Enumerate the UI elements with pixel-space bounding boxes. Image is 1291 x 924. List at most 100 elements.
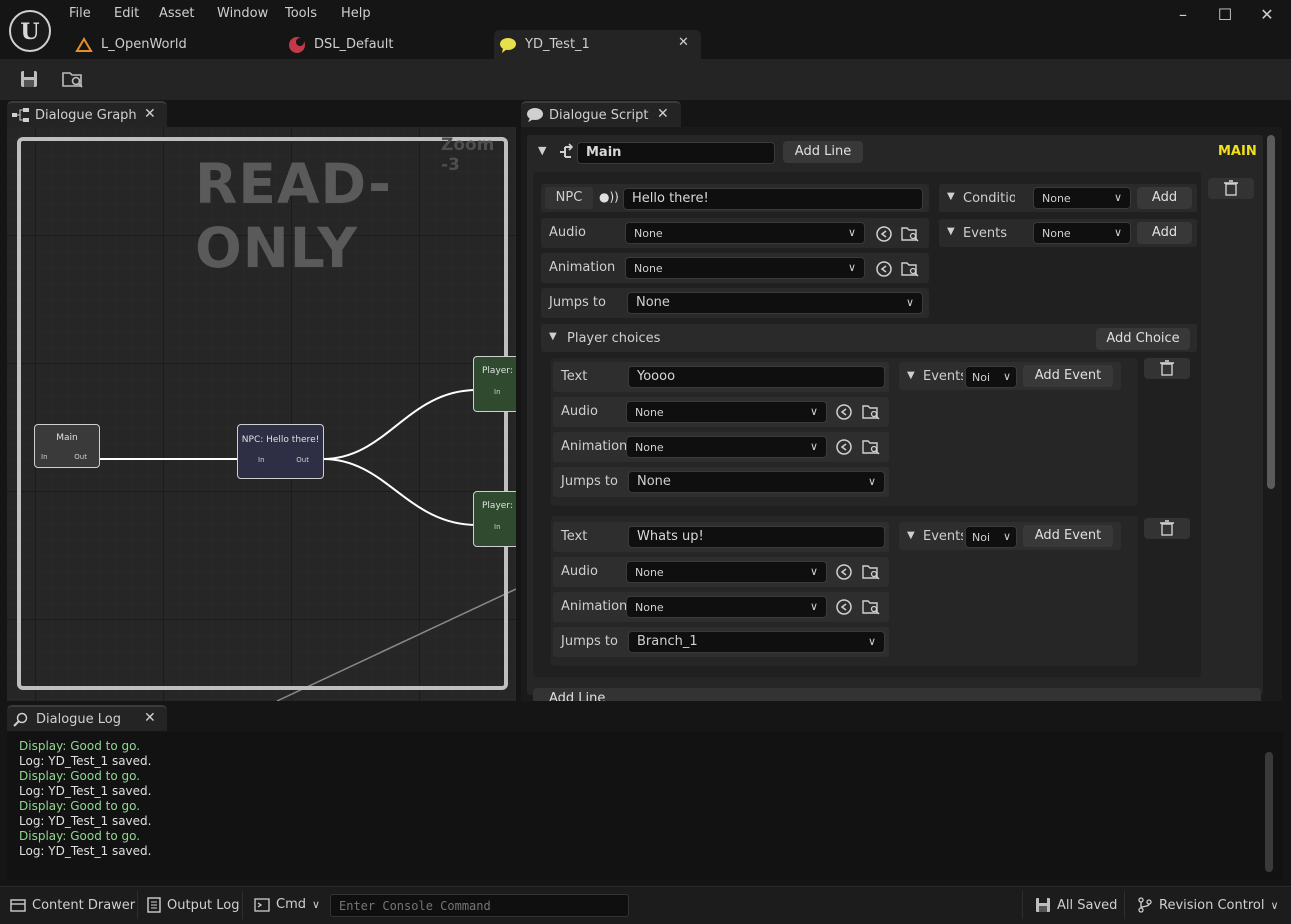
jumps-combo[interactable]: None ∨ [627,292,923,314]
close-window-icon[interactable]: ✕ [1256,5,1278,25]
chevron-down-icon: ∨ [847,261,856,274]
tab-dsl-default[interactable]: DSL_Default [281,30,491,59]
collapse-arrow-icon[interactable]: ▼ [907,530,915,541]
collapse-arrow-icon[interactable]: ▼ [538,144,546,157]
add-event-button[interactable]: Add Event [1023,525,1113,547]
browse-icon[interactable] [862,598,880,616]
tab-l-openworld[interactable]: L_OpenWorld [68,30,278,59]
menu-edit[interactable]: Edit [114,6,139,21]
browse-icon[interactable] [862,438,880,456]
panel-title: Dialogue Log [36,711,121,727]
add-event-button[interactable]: Add Event [1023,365,1113,387]
all-saved-button[interactable]: All Saved [1035,897,1117,913]
animation-label: Animation [549,260,616,275]
menu-asset[interactable]: Asset [159,6,195,21]
save-icon[interactable] [18,68,40,90]
events-combo[interactable]: Noi ∨ [965,526,1017,548]
revision-control-button[interactable]: Revision Control ∨ [1137,897,1279,913]
pin-in[interactable]: In [258,456,265,464]
events-combo[interactable]: Noi ∨ [965,366,1017,388]
browse-icon[interactable] [901,260,919,278]
choice-text-input[interactable]: Whats up! [628,526,885,548]
conditions-label: Conditio [963,191,1015,206]
browse-asset-icon[interactable] [61,68,83,90]
line-text-input[interactable]: Hello there! [623,188,923,210]
console-command-input[interactable] [330,894,629,917]
dialogue-graph-canvas[interactable]: Zoom -3 READ-ONLY Main In Out NPC: Hello… [7,127,516,701]
node-main[interactable]: Main In Out [34,424,100,468]
choice-text-input[interactable]: Yoooo [628,366,885,388]
chevron-down-icon: ∨ [809,440,818,453]
node-npc[interactable]: NPC: Hello there! In Out [237,424,324,479]
pin-out[interactable]: Out [74,453,87,461]
animation-combo[interactable]: None ∨ [625,257,865,279]
events-combo[interactable]: None ∨ [1033,222,1131,244]
add-event-button[interactable]: Add [1137,222,1192,244]
node-player-choice-2[interactable]: Player: W In [473,491,516,547]
delete-line-button[interactable] [1208,178,1254,199]
close-panel-icon[interactable]: ✕ [144,710,156,726]
conditions-combo[interactable]: None ∨ [1033,187,1131,209]
speaker-label[interactable]: NPC [545,187,593,209]
jumps-combo[interactable]: Branch_1 ∨ [628,631,885,653]
pin-in[interactable]: In [494,523,501,531]
tab-dialogue-graph[interactable]: Dialogue Graph ✕ [7,101,167,127]
tab-dialogue-script[interactable]: Dialogue Script ✕ [521,101,681,127]
use-selected-icon[interactable] [875,260,893,278]
pin-in[interactable]: In [494,388,501,396]
use-selected-icon[interactable] [875,225,893,243]
maximize-icon[interactable]: ☐ [1214,5,1236,25]
animation-combo[interactable]: None ∨ [626,596,827,618]
use-selected-icon[interactable] [835,438,853,456]
pin-out[interactable]: Out [296,456,309,464]
footer-add-line-button[interactable]: Add Line [533,688,1261,701]
tab-yd-test-1[interactable]: YD_Test_1 ✕ [494,30,701,59]
browse-icon[interactable] [862,563,880,581]
output-log-button[interactable]: Output Log [147,897,240,913]
svg-text:U: U [20,19,39,45]
add-line-button[interactable]: Add Line [783,141,863,163]
audio-combo[interactable]: None ∨ [626,401,827,423]
animation-combo[interactable]: None ∨ [626,436,827,458]
events-label: Events [923,529,963,544]
chevron-down-icon: ∨ [905,296,914,309]
unreal-logo-icon[interactable]: U [9,10,51,52]
add-condition-button[interactable]: Add [1137,187,1192,209]
pin-in[interactable]: In [41,453,48,461]
menu-file[interactable]: File [69,6,91,21]
use-selected-icon[interactable] [835,598,853,616]
close-panel-icon[interactable]: ✕ [657,106,669,122]
collapse-arrow-icon[interactable]: ▼ [549,331,557,342]
level-icon [75,36,93,52]
tab-dialogue-log[interactable]: Dialogue Log ✕ [7,705,167,731]
minimize-icon[interactable]: – [1172,5,1194,25]
section-name-input[interactable]: Main [577,142,775,164]
collapse-arrow-icon[interactable]: ▼ [907,370,915,381]
use-selected-icon[interactable] [835,403,853,421]
use-selected-icon[interactable] [835,563,853,581]
add-choice-button[interactable]: Add Choice [1096,328,1190,350]
log-scrollbar[interactable] [1265,752,1273,872]
audio-label: Audio [561,564,598,579]
collapse-arrow-icon[interactable]: ▼ [947,191,955,202]
jumps-combo[interactable]: None ∨ [628,471,885,493]
audio-combo[interactable]: None ∨ [625,222,865,244]
content-drawer-button[interactable]: Content Drawer [10,897,135,913]
browse-icon[interactable] [901,225,919,243]
menu-window[interactable]: Window [217,6,268,21]
browse-icon[interactable] [862,403,880,421]
close-tab-icon[interactable]: ✕ [678,35,689,50]
menu-tools[interactable]: Tools [285,6,317,21]
menu-help[interactable]: Help [341,6,371,21]
dialogue-log-output[interactable]: Display: Good to go. Log: YD_Test_1 save… [7,732,1283,880]
delete-choice-button[interactable] [1144,518,1190,539]
vertical-scrollbar[interactable] [1267,135,1275,489]
voice-icon[interactable]: ●)) [599,190,619,204]
close-panel-icon[interactable]: ✕ [144,106,156,122]
audio-combo[interactable]: None ∨ [626,561,827,583]
node-player-choice-1[interactable]: Player: Y In [473,356,516,412]
collapse-arrow-icon[interactable]: ▼ [947,226,955,237]
log-line: Log: YD_Test_1 saved. [19,814,152,828]
delete-choice-button[interactable] [1144,358,1190,379]
cmd-selector[interactable]: Cmd ∨ [254,897,320,912]
